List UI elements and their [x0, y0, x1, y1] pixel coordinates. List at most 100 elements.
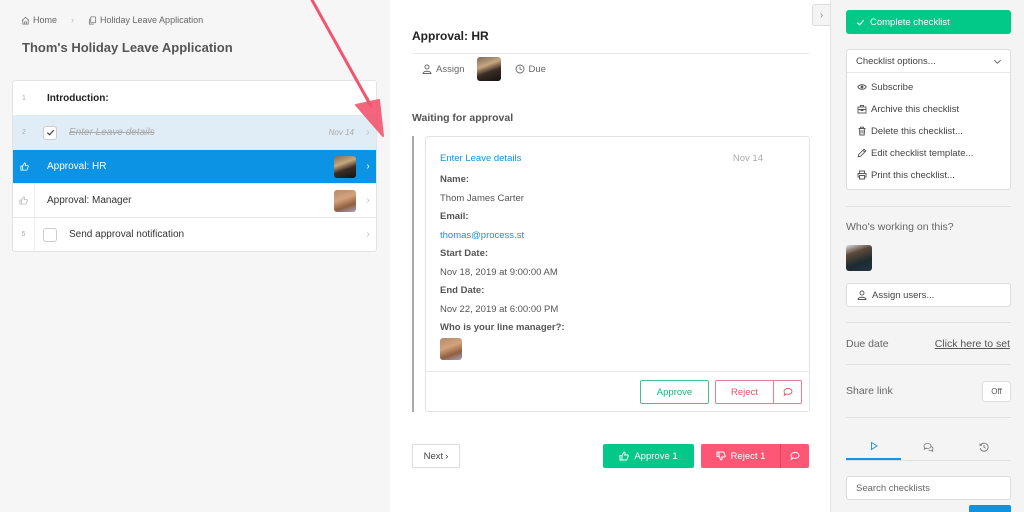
task-item-enter-leave-details[interactable]: 2 Enter Leave details Nov 14 ›: [13, 115, 376, 149]
clock-icon: [515, 64, 524, 74]
eye-icon: [857, 84, 867, 90]
thumbs-up-icon: [13, 184, 35, 217]
reject-button[interactable]: Reject: [716, 381, 774, 403]
share-link-label: Share link: [846, 385, 893, 397]
thumbs-up-icon: [13, 150, 35, 183]
task-label: Enter Leave details: [69, 127, 155, 138]
copy-icon: [88, 15, 97, 25]
task-item-approval-manager[interactable]: Approval: Manager ›: [13, 183, 376, 217]
task-item-send-notification[interactable]: 5 Send approval notification ›: [13, 217, 376, 251]
task-label: Introduction:: [47, 92, 109, 104]
set-due-date-link[interactable]: Click here to set: [935, 338, 1010, 350]
tab-history[interactable]: [956, 434, 1011, 460]
chevron-right-icon: ›: [445, 450, 449, 462]
card-accent-bar: [412, 136, 414, 412]
menu-item-edit-template[interactable]: Edit checklist template...: [847, 142, 1010, 164]
divider: [846, 322, 1011, 323]
task-list: 1 Introduction: › 2 Enter Leave details …: [12, 80, 377, 252]
comment-icon: [790, 452, 800, 461]
checklist-pane: Home › Holiday Leave Application Thom's …: [0, 0, 390, 512]
comment-button[interactable]: [781, 444, 809, 468]
sidebar: Complete checklist Checklist options... …: [830, 0, 1024, 512]
breadcrumb-separator: ›: [71, 15, 75, 25]
comment-icon: [782, 388, 792, 397]
collapse-sidebar-button[interactable]: ›: [812, 4, 830, 26]
tab-activity[interactable]: [846, 434, 901, 460]
assignee-avatar[interactable]: [476, 57, 501, 81]
breadcrumb-home[interactable]: Home: [21, 15, 57, 25]
complete-checklist-button[interactable]: Complete checklist: [846, 10, 1011, 34]
reject-button-group: Reject: [715, 380, 802, 404]
page-title: Thom's Holiday Leave Application: [22, 40, 233, 55]
step-detail-pane: Approval: HR Assign Due Waiting for appr…: [390, 0, 830, 512]
assign-users-button[interactable]: Assign users...: [846, 283, 1011, 307]
breadcrumb: Home › Holiday Leave Application: [21, 15, 203, 25]
due-button[interactable]: Due: [515, 64, 546, 75]
chevron-right-icon: ›: [366, 161, 370, 172]
approve-all-button[interactable]: Approve 1: [603, 444, 694, 468]
divider: [412, 53, 809, 54]
card-date: Nov 14: [732, 153, 763, 164]
comments-icon: [923, 443, 934, 452]
task-checkbox[interactable]: [43, 125, 57, 140]
field-end-date: End Date: Nov 22, 2019 at 6:00:00 PM: [440, 285, 559, 315]
tab-comments[interactable]: [901, 434, 956, 460]
chevron-right-icon: ›: [366, 127, 370, 138]
trash-icon: [858, 126, 866, 136]
history-icon: [979, 442, 988, 452]
checklist-options-dropdown: Checklist options... Subscribe Archive t…: [846, 49, 1011, 190]
step-meta: Assign Due: [422, 57, 546, 81]
reject-all-button[interactable]: Reject 1: [701, 444, 781, 468]
email-link[interactable]: thomas@process.st: [440, 230, 524, 241]
home-icon: [21, 16, 30, 25]
comment-button[interactable]: [774, 387, 801, 397]
chevron-right-icon: ›: [366, 229, 370, 240]
play-icon: [870, 441, 878, 451]
share-link-toggle[interactable]: Off: [982, 381, 1011, 402]
approval-card: Enter Leave details Nov 14 Name: Thom Ja…: [425, 136, 810, 412]
reject-all-button-group: Reject 1: [701, 444, 809, 468]
chevron-down-icon: [994, 59, 1001, 64]
chevron-right-icon: ›: [366, 195, 370, 206]
checklist-options-toggle[interactable]: Checklist options...: [847, 50, 1010, 73]
divider: [846, 417, 1011, 418]
task-item-approval-hr[interactable]: Approval: HR ›: [13, 149, 376, 183]
menu-item-archive[interactable]: Archive this checklist: [847, 98, 1010, 120]
task-number: 2: [22, 129, 26, 136]
archive-icon: [857, 105, 867, 114]
task-number: 5: [13, 218, 35, 251]
chevron-right-icon: ›: [366, 92, 370, 104]
sidebar-tabs: [846, 434, 1011, 461]
task-label: Send approval notification: [69, 229, 185, 240]
task-checkbox[interactable]: [43, 227, 57, 242]
search-checklists-input[interactable]: [846, 476, 1011, 500]
chevron-right-icon: ›: [819, 9, 824, 21]
card-task-link[interactable]: Enter Leave details: [440, 153, 521, 164]
assign-button[interactable]: Assign: [422, 64, 465, 75]
menu-item-print[interactable]: Print this checklist...: [847, 164, 1010, 186]
working-user-avatar[interactable]: [846, 245, 872, 271]
user-icon: [857, 290, 867, 300]
partial-blue-button[interactable]: [969, 505, 1011, 512]
next-button[interactable]: Next ›: [412, 444, 460, 468]
divider: [846, 364, 1011, 365]
field-name: Name: Thom James Carter: [440, 174, 524, 204]
who-working-label: Who's working on this?: [846, 221, 954, 233]
checkmark-icon: [46, 129, 54, 136]
field-start-date: Start Date: Nov 18, 2019 at 9:00:00 AM: [440, 248, 558, 278]
task-item-introduction[interactable]: 1 Introduction: ›: [13, 81, 376, 115]
menu-item-delete[interactable]: Delete this checklist...: [847, 120, 1010, 142]
waiting-heading: Waiting for approval: [412, 112, 514, 124]
field-email: Email: thomas@process.st: [440, 211, 525, 241]
approve-button[interactable]: Approve: [640, 380, 709, 404]
task-label: Approval: HR: [47, 161, 107, 172]
user-icon: [422, 64, 432, 74]
task-number: 1: [22, 94, 26, 102]
breadcrumb-current[interactable]: Holiday Leave Application: [88, 15, 203, 25]
step-title: Approval: HR: [412, 29, 489, 43]
assignee-avatar: [334, 155, 356, 178]
pencil-icon: [857, 148, 867, 158]
menu-item-subscribe[interactable]: Subscribe: [847, 76, 1010, 98]
printer-icon: [857, 170, 867, 180]
field-line-manager: Who is your line manager?:: [440, 322, 565, 360]
